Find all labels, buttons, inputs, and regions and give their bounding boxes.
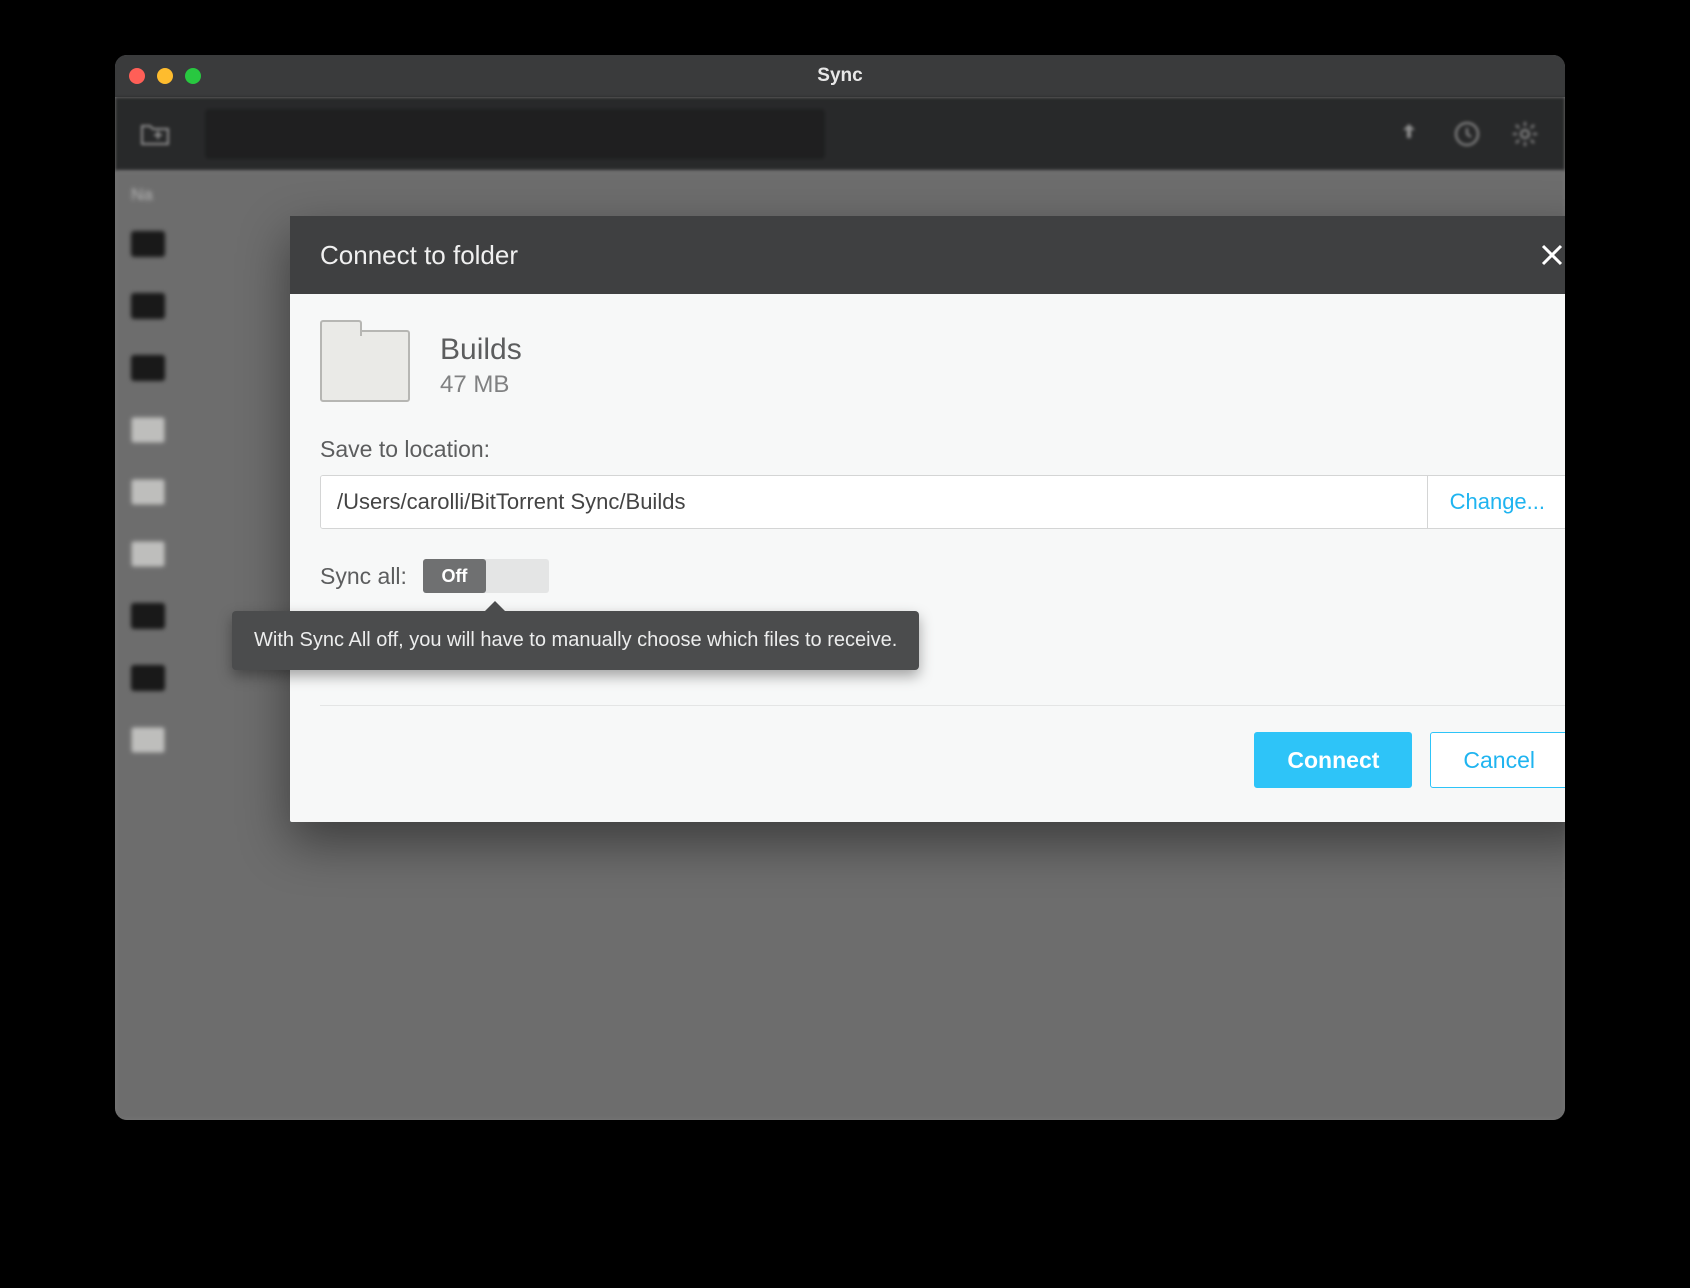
connect-folder-modal: Connect to folder Builds 47 MB Save to l…	[290, 216, 1565, 822]
traffic-lights	[129, 68, 201, 84]
app-window: Sync Na Connect to folder	[115, 55, 1565, 1120]
divider	[320, 705, 1565, 706]
folder-icon	[320, 330, 410, 402]
folder-size: 47 MB	[440, 371, 522, 399]
connect-button[interactable]: Connect	[1254, 732, 1412, 788]
history-icon[interactable]	[1447, 114, 1487, 154]
location-label: Save to location:	[320, 436, 1565, 463]
cancel-button[interactable]: Cancel	[1430, 732, 1565, 788]
folder-info: Builds 47 MB	[320, 330, 1565, 402]
sync-all-tooltip: With Sync All off, you will have to manu…	[232, 611, 919, 670]
modal-header: Connect to folder	[290, 216, 1565, 294]
modal-title: Connect to folder	[320, 240, 518, 271]
titlebar: Sync	[115, 55, 1565, 97]
add-folder-icon[interactable]	[135, 114, 175, 154]
window-minimize-button[interactable]	[157, 68, 173, 84]
modal-body: Builds 47 MB Save to location: Change...…	[290, 294, 1565, 822]
gear-icon[interactable]	[1505, 114, 1545, 154]
window-title: Sync	[817, 65, 862, 87]
folder-meta: Builds 47 MB	[440, 333, 522, 399]
toggle-state-label: Off	[423, 559, 486, 593]
sync-all-toggle[interactable]: Off	[423, 559, 549, 593]
location-input[interactable]	[321, 476, 1427, 528]
search-input[interactable]	[205, 109, 825, 159]
modal-footer: Connect Cancel	[320, 732, 1565, 794]
folder-name: Builds	[440, 333, 522, 367]
window-maximize-button[interactable]	[185, 68, 201, 84]
close-icon[interactable]	[1536, 239, 1565, 271]
window-close-button[interactable]	[129, 68, 145, 84]
sync-all-row: Sync all: Off With Sync All off, you wil…	[320, 559, 1565, 593]
sync-all-label: Sync all:	[320, 563, 407, 590]
list-column-name: Na	[115, 177, 1565, 213]
location-row: Change...	[320, 475, 1565, 529]
toolbar	[115, 97, 1565, 171]
change-location-button[interactable]: Change...	[1427, 476, 1565, 528]
share-icon[interactable]	[1389, 114, 1429, 154]
